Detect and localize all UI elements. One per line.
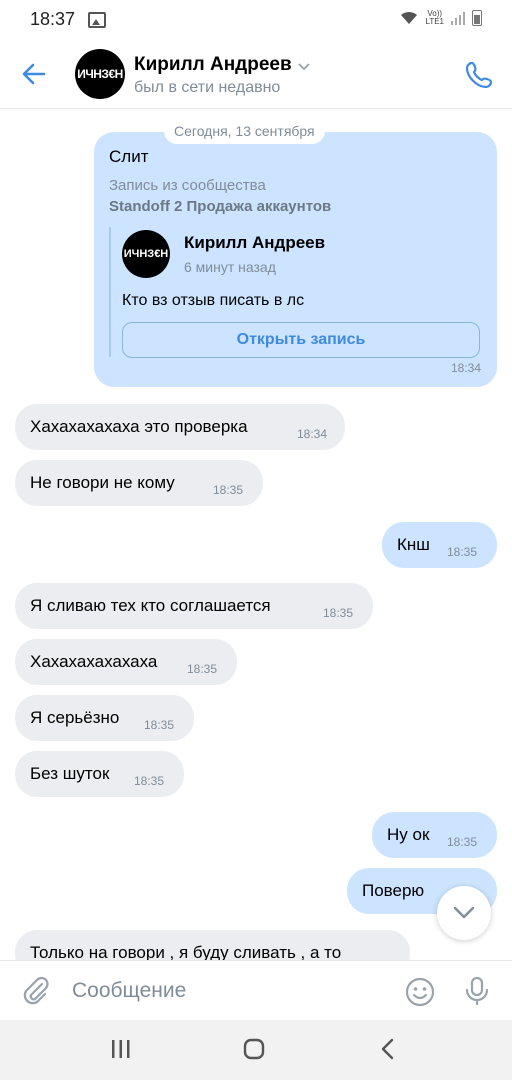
- open-post-button[interactable]: Открыть запись: [122, 322, 480, 358]
- message-list[interactable]: Слит Запись из сообщества Standoff 2 Про…: [0, 109, 512, 960]
- chevron-down-icon[interactable]: [298, 63, 310, 71]
- message-text: Поверю: [362, 881, 425, 900]
- volte-line2: LTE1: [425, 17, 444, 26]
- message-bubble[interactable]: Кнш 18:35: [382, 522, 497, 568]
- post-text: Кто вз отзыв писать в лс: [122, 292, 305, 309]
- repost-message[interactable]: Слит Запись из сообщества Standoff 2 Про…: [94, 132, 497, 387]
- emoji-icon[interactable]: [404, 976, 436, 1008]
- system-back-icon[interactable]: [378, 1038, 398, 1060]
- message-bubble[interactable]: Я серьёзно 18:35: [15, 695, 194, 741]
- message-text: Кнш: [397, 535, 430, 554]
- repost-source-name[interactable]: Standoff 2 Продажа аккаунтов: [109, 196, 331, 218]
- network-indicators: Vo)) LTE1: [399, 10, 482, 26]
- message-time: 18:34: [297, 427, 328, 441]
- quote-bar: [109, 227, 111, 357]
- repost-source-label: Запись из сообщества: [109, 177, 266, 194]
- post-author-name[interactable]: Кирилл Андреев: [184, 232, 325, 254]
- back-arrow-icon[interactable]: [18, 58, 50, 90]
- message-input[interactable]: Сообщение: [72, 979, 186, 1003]
- status-time: 18:37: [30, 9, 76, 29]
- recent-apps-icon[interactable]: [110, 1038, 132, 1060]
- contact-name[interactable]: Кирилл Андреев: [134, 54, 292, 76]
- home-icon[interactable]: [242, 1038, 266, 1060]
- repost-title: Слит: [109, 147, 149, 166]
- message-time: 18:35: [144, 718, 175, 732]
- volte-indicator: Vo)) LTE1: [425, 10, 444, 26]
- message-text: Ну ок: [387, 825, 430, 844]
- system-navigation-bar: [0, 1020, 512, 1080]
- message-text: Без шуток: [30, 764, 110, 783]
- gallery-icon: [88, 12, 106, 28]
- microphone-icon[interactable]: [462, 975, 492, 1007]
- message-time: 18:35: [447, 545, 478, 559]
- message-text: Не говори не кому: [30, 473, 175, 492]
- chevron-down-icon: [453, 906, 475, 919]
- battery-icon: [472, 10, 482, 26]
- status-bar: 18:37 Vo)) LTE1: [0, 0, 512, 38]
- paperclip-icon[interactable]: [20, 975, 52, 1007]
- message-bubble[interactable]: Я сливаю тех кто соглашается 18:35: [15, 583, 373, 629]
- contact-status: был в сети недавно: [134, 79, 281, 96]
- message-text: Только на говори , я буду сливать , а то: [30, 943, 342, 960]
- signal-icon: [451, 12, 465, 25]
- message-text: Хахахахахаха это проверка: [30, 417, 248, 436]
- date-separator: Сегодня, 13 сентября: [164, 118, 325, 144]
- message-composer: Сообщение: [0, 960, 512, 1021]
- message-time: 18:35: [134, 774, 165, 788]
- message-time: 18:35: [323, 606, 354, 620]
- phone-icon[interactable]: [464, 60, 494, 90]
- message-text: Я сливаю тех кто соглашается: [30, 596, 271, 615]
- wifi-icon: [401, 11, 418, 24]
- message-time: 18:35: [187, 662, 218, 676]
- message-time: 18:34: [450, 361, 481, 375]
- scroll-down-button[interactable]: [437, 886, 491, 940]
- message-bubble[interactable]: Хахахахахаха это проверка 18:34: [15, 404, 345, 450]
- avatar[interactable]: ИЧНЗ€Н: [75, 49, 125, 99]
- message-bubble[interactable]: Без шуток 18:35: [15, 751, 184, 797]
- message-time: 18:35: [447, 835, 478, 849]
- message-bubble[interactable]: Хахахахахахаха 18:35: [15, 639, 237, 685]
- message-bubble[interactable]: Только на говори , я буду сливать , а то: [15, 930, 410, 960]
- message-bubble[interactable]: Не говори не кому 18:35: [15, 460, 263, 506]
- post-author-avatar[interactable]: ИЧНЗ€Н: [122, 230, 170, 278]
- message-bubble[interactable]: Ну ок 18:35: [372, 812, 497, 858]
- chat-header: ИЧНЗ€Н Кирилл Андреев был в сети недавно: [0, 38, 512, 109]
- message-text: Я серьёзно: [30, 708, 120, 727]
- message-time: 18:35: [213, 483, 244, 497]
- message-text: Хахахахахахаха: [30, 652, 158, 671]
- post-time-ago: 6 минут назад: [184, 259, 276, 275]
